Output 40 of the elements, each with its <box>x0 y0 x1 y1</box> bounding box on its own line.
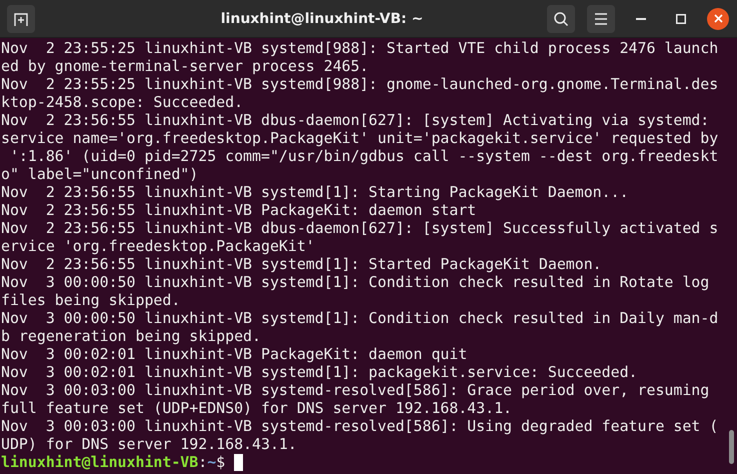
log-line: ed by gnome-terminal-server process 2465. <box>1 57 369 75</box>
minimize-icon <box>636 18 646 20</box>
log-line: Nov 2 23:56:55 linuxhint-VB dbus-daemon[627]: [system] Successfully activated s <box>1 219 718 237</box>
log-line: service name='org.freedesktop.PackageKit' unit='packagekit.service' requested by <box>1 129 718 147</box>
log-line: Nov 3 00:00:50 linuxhint-VB systemd[1]: Condition check resulted in Daily man-d <box>1 309 718 327</box>
log-line: Nov 3 00:02:01 linuxhint-VB systemd[1]: packagekit.service: Succeeded. <box>1 363 638 381</box>
log-line: files being skipped. <box>1 291 180 309</box>
log-line: Nov 2 23:56:55 linuxhint-VB systemd[1]: Starting PackageKit Daemon... <box>1 183 629 201</box>
text-cursor <box>234 454 244 470</box>
menu-icon <box>594 12 608 24</box>
maximize-icon <box>676 14 686 24</box>
new-tab-button[interactable] <box>7 4 35 32</box>
log-line: Nov 3 00:02:01 linuxhint-VB PackageKit: daemon quit <box>1 345 468 363</box>
menu-button[interactable] <box>587 4 615 32</box>
log-line: Nov 2 23:56:55 linuxhint-VB systemd[1]: Started PackageKit Daemon. <box>1 255 602 273</box>
close-icon <box>714 14 722 23</box>
log-line: b regeneration being skipped. <box>1 327 261 345</box>
search-button[interactable] <box>547 4 575 32</box>
log-line: Nov 2 23:56:55 linuxhint-VB dbus-daemon[627]: [system] Activating via systemd: <box>1 111 710 129</box>
log-line: Nov 3 00:00:50 linuxhint-VB systemd[1]: Condition check resulted in Rotate log <box>1 273 710 291</box>
log-line: Nov 3 00:03:00 linuxhint-VB systemd-resolved[586]: Grace period over, resuming <box>1 381 710 399</box>
close-button[interactable] <box>707 8 729 30</box>
log-line: Nov 2 23:55:25 linuxhint-VB systemd[988]: Started VTE child process 2476 launch <box>1 39 718 57</box>
log-line: ':1.86' (uid=0 pid=2725 comm="/usr/bin/gdbus call --system --dest org.freedeskt <box>8 147 718 165</box>
log-line: UDP) for DNS server 192.168.43.1. <box>1 435 297 453</box>
prompt-user-host: linuxhint@linuxhint-VB <box>1 453 198 471</box>
scrollbar-thumb[interactable] <box>729 430 734 464</box>
new-tab-icon <box>13 10 29 26</box>
log-line: ervice 'org.freedesktop.PackageKit' <box>1 237 315 255</box>
log-line: ktop-2458.scope: Succeeded. <box>1 93 244 111</box>
log-line: Nov 2 23:55:25 linuxhint-VB systemd[988]: gnome-launched-org.gnome.Terminal.des <box>1 75 718 93</box>
prompt-separator: : <box>198 453 208 471</box>
prompt-path: ~ <box>207 453 216 471</box>
log-line: Nov 2 23:56:55 linuxhint-VB PackageKit: daemon start <box>1 201 476 219</box>
log-line: Nov 3 00:03:00 linuxhint-VB systemd-resolved[586]: Using degraded feature set ( <box>1 417 718 435</box>
window-title: linuxhint@linuxhint-VB: ~ <box>220 10 424 26</box>
log-line: full feature set (UDP+EDNS0) for DNS server 192.168.43.1. <box>1 399 512 417</box>
log-line: o" label="unconfined") <box>1 165 198 183</box>
prompt-symbol: $ <box>216 453 226 471</box>
search-icon <box>553 10 569 26</box>
